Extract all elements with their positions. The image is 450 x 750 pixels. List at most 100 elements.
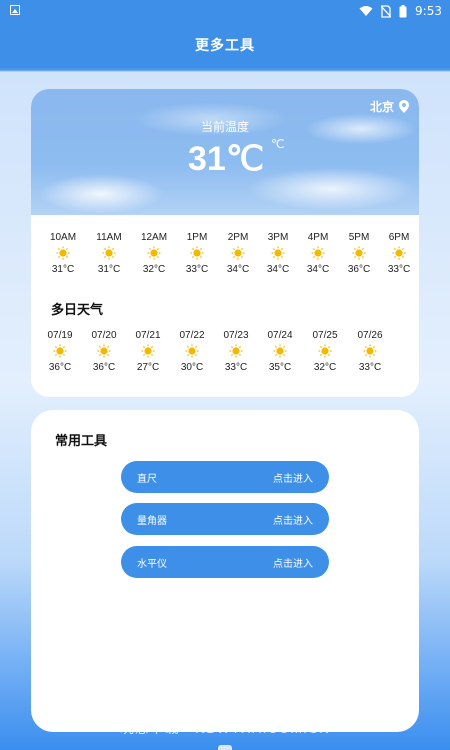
hourly-item: 5PM 36°C	[337, 232, 381, 275]
hour-time: 10AM	[49, 232, 77, 243]
day-temp: 36°C	[92, 362, 116, 373]
sun-icon	[147, 246, 161, 260]
hourly-item: 2PM 34°C	[216, 232, 260, 275]
day-temp: 36°C	[48, 362, 72, 373]
hourly-item: 3PM 34°C	[256, 232, 300, 275]
status-bar: 9:53	[0, 0, 450, 22]
current-temp-label: 当前温度	[200, 120, 249, 134]
hourly-item: 10AM 31°C	[41, 232, 85, 275]
hourly-item: 1PM 33°C	[175, 232, 219, 275]
current-weather-panel: 北京 当前温度 31℃ ℃	[31, 89, 419, 215]
city-name: 北京	[369, 100, 394, 114]
sun-icon	[190, 246, 204, 260]
day-temp: 33°C	[358, 362, 382, 373]
daily-item: 07/19 36°C	[38, 330, 82, 373]
hour-time: 11AM	[96, 232, 122, 243]
sun-icon	[102, 246, 116, 260]
sun-icon	[318, 344, 332, 358]
home-indicator	[218, 745, 232, 750]
no-sim-icon	[381, 4, 392, 18]
wifi-icon	[359, 6, 373, 16]
watermark-text: 玩意下载 - NBWYXH.COM.CN	[119, 720, 331, 736]
day-date: 07/22	[179, 330, 205, 341]
day-temp: 30°C	[180, 362, 204, 373]
page-title: 更多工具	[195, 38, 255, 54]
sun-icon	[97, 344, 111, 358]
sun-icon	[363, 344, 377, 358]
hourly-item: 4PM 34°C	[296, 232, 340, 275]
multi-day-title: 多日天气	[51, 303, 104, 318]
daily-item: 07/20 36°C	[82, 330, 126, 373]
sun-icon	[352, 246, 366, 260]
day-date: 07/23	[223, 330, 249, 341]
sun-icon	[273, 344, 287, 358]
hour-time: 5PM	[348, 232, 370, 243]
day-temp: 32°C	[313, 362, 337, 373]
day-date: 07/25	[312, 330, 338, 341]
hour-temp: 33°C	[185, 264, 209, 275]
hourly-item: 11AM 31°C	[87, 232, 131, 275]
level-button[interactable]: 水平仪 点击进入	[121, 546, 329, 578]
location-selector[interactable]: 北京	[370, 98, 409, 115]
hour-temp: 33°C	[387, 264, 411, 275]
daily-item: 07/24 35°C	[258, 330, 302, 373]
sun-icon	[311, 246, 325, 260]
sun-icon	[56, 246, 70, 260]
protractor-button[interactable]: 量角器 点击进入	[121, 503, 329, 535]
sun-icon	[229, 344, 243, 358]
tool-name: 水平仪	[137, 558, 167, 570]
tool-name: 直尺	[137, 473, 157, 485]
sun-icon	[231, 246, 245, 260]
day-date: 07/24	[267, 330, 293, 341]
battery-icon	[399, 4, 407, 17]
image-notification-icon	[10, 5, 20, 15]
hour-temp: 34°C	[266, 264, 290, 275]
ruler-button[interactable]: 直尺 点击进入	[121, 461, 329, 493]
hourly-forecast: 10AM 31°C 11AM 31°C 12AM 32°C 1PM 33°C 2…	[31, 232, 419, 282]
tool-action: 点击进入	[273, 515, 313, 527]
sun-icon	[271, 246, 285, 260]
day-temp: 33°C	[224, 362, 248, 373]
hour-temp: 34°C	[306, 264, 330, 275]
day-temp: 35°C	[268, 362, 292, 373]
sun-icon	[392, 246, 406, 260]
day-date: 07/26	[357, 330, 383, 341]
hour-time: 2PM	[227, 232, 249, 243]
hour-time: 4PM	[307, 232, 329, 243]
hour-time: 12AM	[140, 232, 168, 243]
tools-card: 常用工具 直尺 点击进入 量角器 点击进入 水平仪 点击进入	[31, 410, 419, 732]
tool-action: 点击进入	[273, 473, 313, 485]
hourly-item: 6PM 33°C	[377, 232, 419, 275]
sun-icon	[141, 344, 155, 358]
hour-time: 3PM	[267, 232, 289, 243]
daily-item: 07/22 30°C	[170, 330, 214, 373]
daily-item: 07/21 27°C	[126, 330, 170, 373]
hour-temp: 32°C	[142, 264, 166, 275]
tool-name: 量角器	[137, 515, 167, 527]
hour-temp: 36°C	[347, 264, 371, 275]
current-temperature: 31℃	[188, 140, 265, 178]
daily-item: 07/26 33°C	[348, 330, 392, 373]
tools-title: 常用工具	[55, 434, 108, 449]
clock-time: 9:53	[415, 4, 442, 18]
daily-item: 07/23 33°C	[214, 330, 258, 373]
day-temp: 27°C	[136, 362, 160, 373]
hourly-item: 12AM 32°C	[132, 232, 176, 275]
hour-time: 6PM	[388, 232, 410, 243]
daily-forecast: 07/19 36°C 07/20 36°C 07/21 27°C 07/22 3…	[31, 330, 419, 390]
day-date: 07/20	[91, 330, 117, 341]
hour-temp: 31°C	[97, 264, 121, 275]
app-header: 更多工具	[0, 22, 450, 68]
tool-action: 点击进入	[273, 558, 313, 570]
daily-item: 07/25 32°C	[303, 330, 347, 373]
temperature-unit: ℃	[271, 137, 285, 151]
sun-icon	[53, 344, 67, 358]
hour-time: 1PM	[186, 232, 208, 243]
sun-icon	[185, 344, 199, 358]
hour-temp: 31°C	[51, 264, 75, 275]
day-date: 07/19	[47, 330, 73, 341]
day-date: 07/21	[135, 330, 161, 341]
hour-temp: 34°C	[226, 264, 250, 275]
weather-card: 北京 当前温度 31℃ ℃ 10AM 31°C 11AM 31°C 12AM 3…	[31, 89, 419, 397]
location-pin-icon	[399, 100, 409, 113]
